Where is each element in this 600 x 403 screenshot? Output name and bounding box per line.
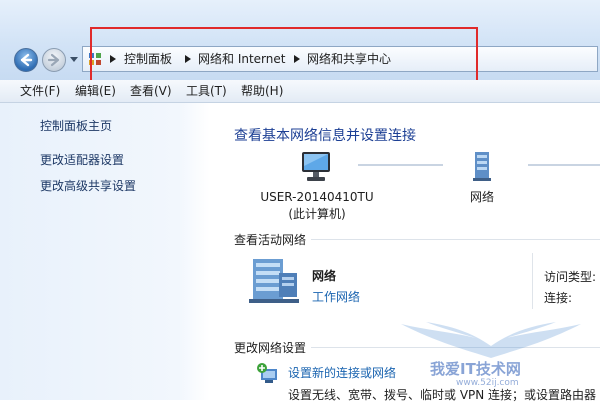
computer-sub-label: (此计算机) bbox=[288, 207, 346, 221]
address-bar[interactable]: 控制面板 网络和 Internet 网络和共享中心 bbox=[82, 46, 598, 72]
breadcrumb-network-internet[interactable]: 网络和 Internet bbox=[198, 51, 285, 67]
breadcrumb-network-sharing-center[interactable]: 网络和共享中心 bbox=[307, 51, 391, 67]
sidebar: 控制面板主页 更改适配器设置 更改高级共享设置 bbox=[0, 103, 210, 400]
sidebar-item-change-adapter-settings[interactable]: 更改适配器设置 bbox=[40, 152, 124, 168]
back-button[interactable] bbox=[14, 48, 38, 72]
breadcrumb-separator-icon[interactable] bbox=[294, 55, 300, 63]
connection-line bbox=[528, 164, 600, 166]
arrow-right-icon bbox=[47, 53, 60, 67]
divider bbox=[311, 347, 600, 348]
breadcrumb-control-panel[interactable]: 控制面板 bbox=[124, 51, 172, 67]
window-title-bar: 控制面板 网络和 Internet 网络和共享中心 bbox=[0, 0, 600, 84]
computer-name-label: USER-20140410TU bbox=[260, 190, 374, 204]
control-panel-icon bbox=[89, 53, 101, 65]
breadcrumb-separator-icon[interactable] bbox=[185, 55, 191, 63]
active-network-name: 网络 bbox=[312, 269, 337, 283]
setup-new-connection-link[interactable]: 设置新的连接或网络 bbox=[288, 364, 396, 381]
computer-icon[interactable] bbox=[299, 151, 333, 183]
access-type-label: 访问类型: bbox=[544, 270, 597, 284]
divider bbox=[311, 239, 600, 240]
setup-connection-icon[interactable] bbox=[257, 363, 281, 385]
change-settings-heading: 更改网络设置 bbox=[234, 341, 307, 355]
menu-tools[interactable]: 工具(T) bbox=[186, 83, 227, 99]
divider bbox=[532, 253, 533, 309]
page-title: 查看基本网络信息并设置连接 bbox=[234, 128, 416, 144]
menu-file[interactable]: 文件(F) bbox=[20, 83, 60, 99]
recent-pages-dropdown-icon[interactable] bbox=[70, 57, 78, 63]
network-label: 网络 bbox=[469, 190, 494, 204]
network-type-link[interactable]: 工作网络 bbox=[312, 288, 360, 305]
sidebar-item-change-advanced-sharing[interactable]: 更改高级共享设置 bbox=[40, 178, 136, 194]
connections-label: 连接: bbox=[544, 291, 573, 305]
main-content: 查看基本网络信息并设置连接 USER-20140410TU (此计算机) 网络 … bbox=[211, 103, 600, 402]
sidebar-item-control-panel-home[interactable]: 控制面板主页 bbox=[40, 118, 112, 134]
arrow-left-icon bbox=[20, 53, 33, 67]
menu-view[interactable]: 查看(V) bbox=[130, 83, 172, 99]
setup-new-connection-description: 设置无线、宽带、拨号、临时或 VPN 连接；或设置路由器 bbox=[288, 388, 597, 402]
network-icon[interactable] bbox=[471, 150, 493, 182]
forward-button[interactable] bbox=[42, 48, 66, 72]
connection-line bbox=[358, 164, 443, 166]
menu-help[interactable]: 帮助(H) bbox=[241, 83, 283, 99]
menu-bar: 文件(F) 编辑(E) 查看(V) 工具(T) 帮助(H) bbox=[0, 80, 600, 103]
active-networks-heading: 查看活动网络 bbox=[234, 233, 307, 247]
active-network-icon[interactable] bbox=[249, 255, 301, 305]
menu-edit[interactable]: 编辑(E) bbox=[75, 83, 116, 99]
breadcrumb-separator-icon[interactable] bbox=[110, 55, 116, 63]
